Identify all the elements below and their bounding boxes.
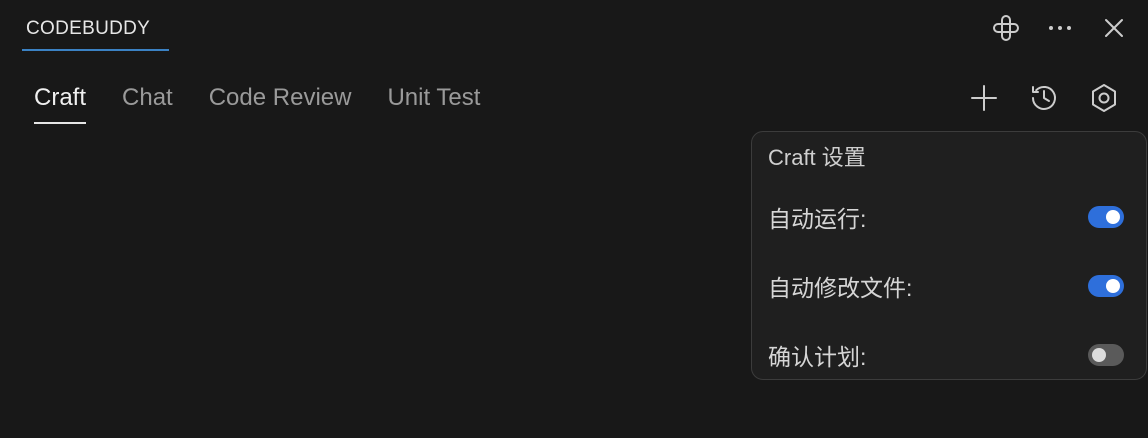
tab-unit-test[interactable]: Unit Test [387, 84, 480, 124]
setting-label: 确认计划: [768, 344, 867, 370]
popup-title: Craft 设置 [768, 145, 866, 170]
grid-icon[interactable] [990, 12, 1022, 44]
add-icon[interactable] [966, 80, 1002, 116]
auto-run-toggle[interactable] [1088, 206, 1124, 228]
tab-bar: Craft Chat Code Review Unit Test [34, 84, 480, 124]
panel-title-underline [22, 49, 169, 51]
panel-title: CODEBUDDY [26, 18, 151, 39]
auto-modify-files-toggle[interactable] [1088, 275, 1124, 297]
history-icon[interactable] [1026, 80, 1062, 116]
setting-confirm-plan: 确认计划: [768, 338, 1124, 372]
codebuddy-panel: CODEBUDDY Craft Chat Code Review Unit Te… [0, 0, 1148, 438]
confirm-plan-toggle[interactable] [1088, 344, 1124, 366]
setting-auto-run: 自动运行: [768, 200, 1124, 234]
tab-actions [966, 80, 1122, 116]
tab-chat[interactable]: Chat [122, 84, 173, 124]
toggle-knob [1092, 348, 1106, 362]
close-icon[interactable] [1098, 12, 1130, 44]
setting-label: 自动运行: [768, 206, 867, 232]
tab-code-review[interactable]: Code Review [209, 84, 352, 124]
toggle-knob [1106, 210, 1120, 224]
setting-auto-modify-files: 自动修改文件: [768, 269, 1124, 303]
setting-label: 自动修改文件: [768, 275, 913, 301]
more-icon[interactable] [1044, 12, 1076, 44]
toggle-knob [1106, 279, 1120, 293]
settings-icon[interactable] [1086, 80, 1122, 116]
craft-settings-popup: Craft 设置 自动运行: 自动修改文件: 确认计划: [751, 131, 1147, 380]
header-actions [990, 12, 1130, 44]
tab-craft[interactable]: Craft [34, 84, 87, 124]
